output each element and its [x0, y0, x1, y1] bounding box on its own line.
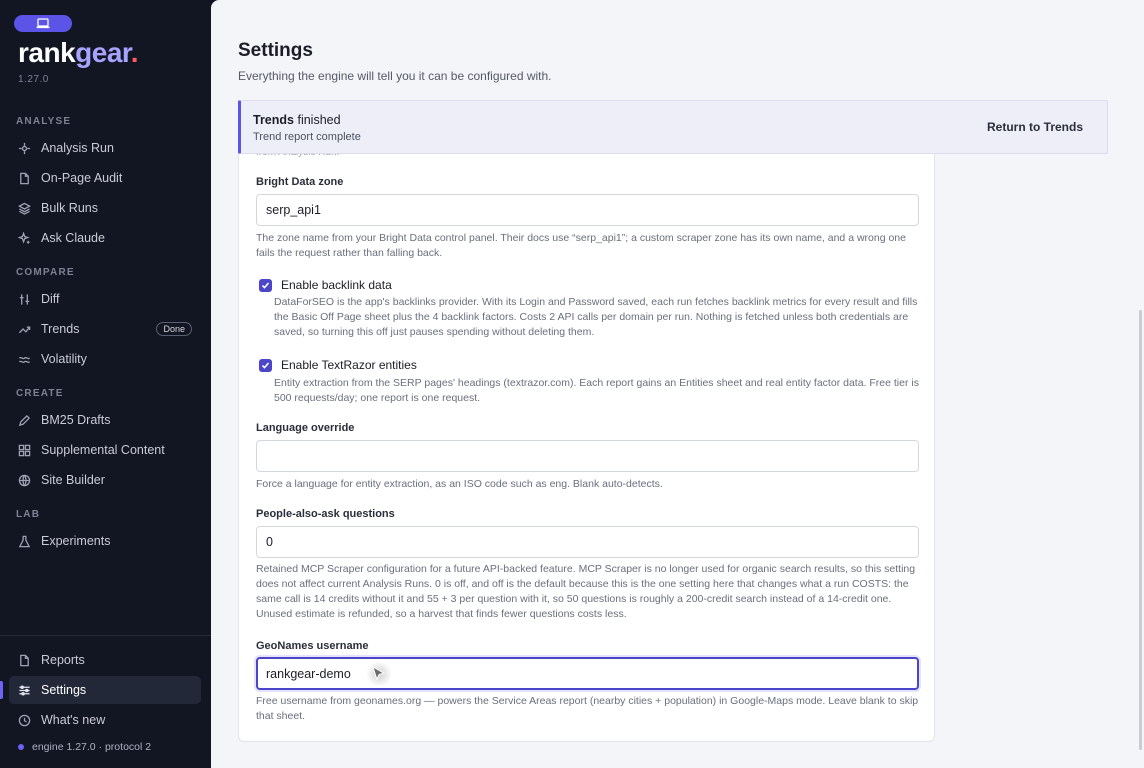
textrazor-label: Enable TextRazor entities: [281, 358, 417, 372]
bright-data-zone-label: Bright Data zone: [256, 176, 344, 188]
geonames-username-help: Free username from geonames.org — powers…: [256, 695, 919, 722]
sidebar-item-whats-new[interactable]: What's new: [9, 706, 201, 734]
engine-status: engine 1.27.0 · protocol 2: [18, 741, 151, 753]
sidebar-item-label: On-Page Audit: [41, 171, 123, 185]
layers-icon: [17, 201, 31, 215]
toast-title: Trends finished: [253, 113, 341, 127]
laptop-icon: [36, 18, 50, 29]
sidebar-item-reports[interactable]: Reports: [9, 646, 201, 674]
scrollbar[interactable]: [1139, 310, 1142, 750]
sidebar-divider: [0, 635, 211, 636]
sidebar-item-label: Analysis Run: [41, 141, 114, 155]
section-create: CREATE: [16, 388, 64, 399]
sidebar-item-analysis-run[interactable]: Analysis Run: [9, 134, 201, 162]
brand-logo: rankgear.: [18, 36, 139, 70]
diff-icon: [17, 292, 31, 306]
bright-data-zone-help: The zone name from your Bright Data cont…: [256, 232, 906, 259]
sidebar-item-label: Reports: [41, 653, 85, 667]
document-icon: [17, 653, 31, 667]
active-indicator: [0, 681, 3, 699]
trends-finished-toast: Trends finished Trend report complete Re…: [238, 100, 1108, 154]
sidebar-item-site-builder[interactable]: Site Builder: [9, 466, 201, 494]
grid-icon: [17, 443, 31, 457]
crosshair-icon: [17, 141, 31, 155]
engine-status-text: engine 1.27.0 · protocol 2: [32, 741, 152, 753]
section-analyse: ANALYSE: [16, 116, 72, 127]
document-icon: [17, 171, 31, 185]
paa-questions-label: People-also-ask questions: [256, 508, 395, 520]
toast-title-bold: Trends: [253, 113, 294, 127]
sidebar-item-trends[interactable]: Trends Done: [9, 315, 201, 343]
status-dot-icon: [18, 744, 24, 750]
sidebar-item-settings[interactable]: Settings: [9, 676, 201, 704]
page-subtitle: Everything the engine will tell you it c…: [238, 69, 552, 83]
trend-line-icon: [17, 322, 31, 336]
backlink-label: Enable backlink data: [281, 278, 392, 292]
checkmark-icon: [261, 281, 270, 289]
sidebar-item-label: Diff: [41, 292, 60, 306]
textrazor-toggle-row[interactable]: Enable TextRazor entities: [259, 358, 417, 372]
checkmark-icon: [261, 361, 270, 369]
paa-questions-help: Retained MCP Scraper configuration for a…: [256, 563, 916, 620]
sidebar-item-label: BM25 Drafts: [41, 413, 111, 427]
sidebar-item-volatility[interactable]: Volatility: [9, 345, 201, 373]
brand-part-gear: gear: [75, 37, 131, 68]
geonames-username-input[interactable]: [256, 657, 919, 690]
sidebar-item-experiments[interactable]: Experiments: [9, 527, 201, 555]
language-override-help: Force a language for entity extraction, …: [256, 478, 663, 490]
sidebar-item-label: Settings: [41, 683, 87, 697]
page-title: Settings: [238, 40, 313, 61]
language-override-label: Language override: [256, 422, 355, 434]
sidebar-item-on-page-audit[interactable]: On-Page Audit: [9, 164, 201, 192]
sidebar-item-diff[interactable]: Diff: [9, 285, 201, 313]
pencil-icon: [17, 413, 31, 427]
sidebar-item-supplemental-content[interactable]: Supplemental Content: [9, 436, 201, 464]
flask-icon: [17, 534, 31, 548]
toast-subtitle: Trend report complete: [253, 131, 361, 143]
sidebar-item-label: Trends: [41, 322, 80, 336]
sidebar-item-label: Site Builder: [41, 473, 105, 487]
section-lab: LAB: [16, 509, 41, 520]
sidebar: rankgear. 1.27.0 ANALYSE Analysis Run On…: [0, 0, 211, 768]
return-to-trends-button[interactable]: Return to Trends: [987, 120, 1083, 134]
paa-questions-input[interactable]: [256, 526, 919, 558]
language-override-input[interactable]: [256, 440, 919, 472]
textrazor-checkbox[interactable]: [259, 358, 272, 372]
brand-dot: .: [130, 37, 139, 68]
brand-part-rank: rank: [18, 37, 76, 68]
mouse-cursor-icon: [372, 666, 386, 681]
backlink-checkbox[interactable]: [259, 278, 272, 292]
geonames-username-label: GeoNames username: [256, 640, 369, 652]
sidebar-item-label: Supplemental Content: [41, 443, 165, 457]
sidebar-item-bm25-drafts[interactable]: BM25 Drafts: [9, 406, 201, 434]
backlink-help: DataForSEO is the app's backlinks provid…: [274, 296, 918, 338]
wave-icon: [17, 352, 31, 366]
app-version: 1.27.0: [18, 74, 49, 85]
sidebar-item-bulk-runs[interactable]: Bulk Runs: [9, 194, 201, 222]
sidebar-item-ask-claude[interactable]: Ask Claude: [9, 224, 201, 252]
logo-badge: [14, 15, 72, 32]
clock-icon: [17, 713, 31, 727]
sidebar-item-label: Volatility: [41, 352, 87, 366]
globe-icon: [17, 473, 31, 487]
main-content: Settings Everything the engine will tell…: [211, 0, 1144, 768]
section-compare: COMPARE: [16, 267, 75, 278]
textrazor-help: Entity extraction from the SERP pages' h…: [274, 377, 919, 404]
sliders-icon: [17, 683, 31, 697]
sidebar-item-label: What's new: [41, 713, 106, 727]
toast-title-rest: finished: [294, 113, 341, 127]
sidebar-item-label: Experiments: [41, 534, 111, 548]
sidebar-item-label: Bulk Runs: [41, 201, 98, 215]
settings-card: from Analysis Run. Bright Data zone The …: [238, 130, 935, 742]
sidebar-item-label: Ask Claude: [41, 231, 105, 245]
sparkle-icon: [17, 231, 31, 245]
backlink-toggle-row[interactable]: Enable backlink data: [259, 278, 392, 292]
bright-data-zone-input[interactable]: [256, 194, 919, 226]
status-badge: Done: [156, 322, 192, 336]
